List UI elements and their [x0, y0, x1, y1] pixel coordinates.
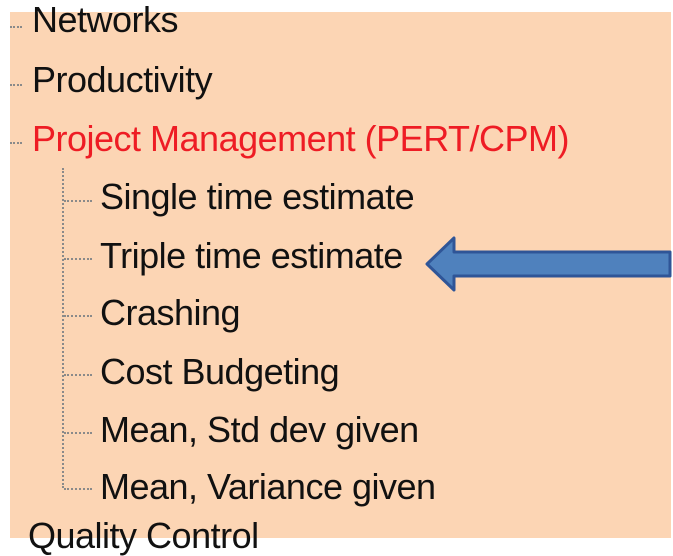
tree-connector — [64, 432, 92, 434]
tree-connector — [64, 315, 92, 317]
tree-connector — [64, 258, 92, 260]
tree-item-quality-control[interactable]: Quality Control — [28, 516, 259, 556]
tree-item-productivity[interactable]: Productivity — [32, 60, 213, 100]
tree-connector — [10, 142, 22, 144]
tree-item-triple-time-estimate[interactable]: Triple time estimate — [100, 236, 403, 276]
tree-item-networks[interactable]: Networks — [32, 0, 179, 40]
tree-item-crashing[interactable]: Crashing — [100, 293, 241, 333]
tree-item-mean-std-dev-given[interactable]: Mean, Std dev given — [100, 410, 419, 450]
tree-connector — [10, 26, 22, 28]
tree-connector — [64, 200, 92, 202]
arrow-left-icon — [425, 236, 672, 292]
tree-connector — [10, 84, 22, 86]
tree-connector — [64, 488, 92, 490]
tree-item-single-time-estimate[interactable]: Single time estimate — [100, 177, 415, 217]
tree-item-cost-budgeting[interactable]: Cost Budgeting — [100, 352, 340, 392]
tree-connector-vertical — [62, 168, 64, 488]
tree-item-project-management[interactable]: Project Management (PERT/CPM) — [32, 119, 570, 159]
tree-item-mean-variance-given[interactable]: Mean, Variance given — [100, 467, 436, 507]
tree-connector — [64, 374, 92, 376]
